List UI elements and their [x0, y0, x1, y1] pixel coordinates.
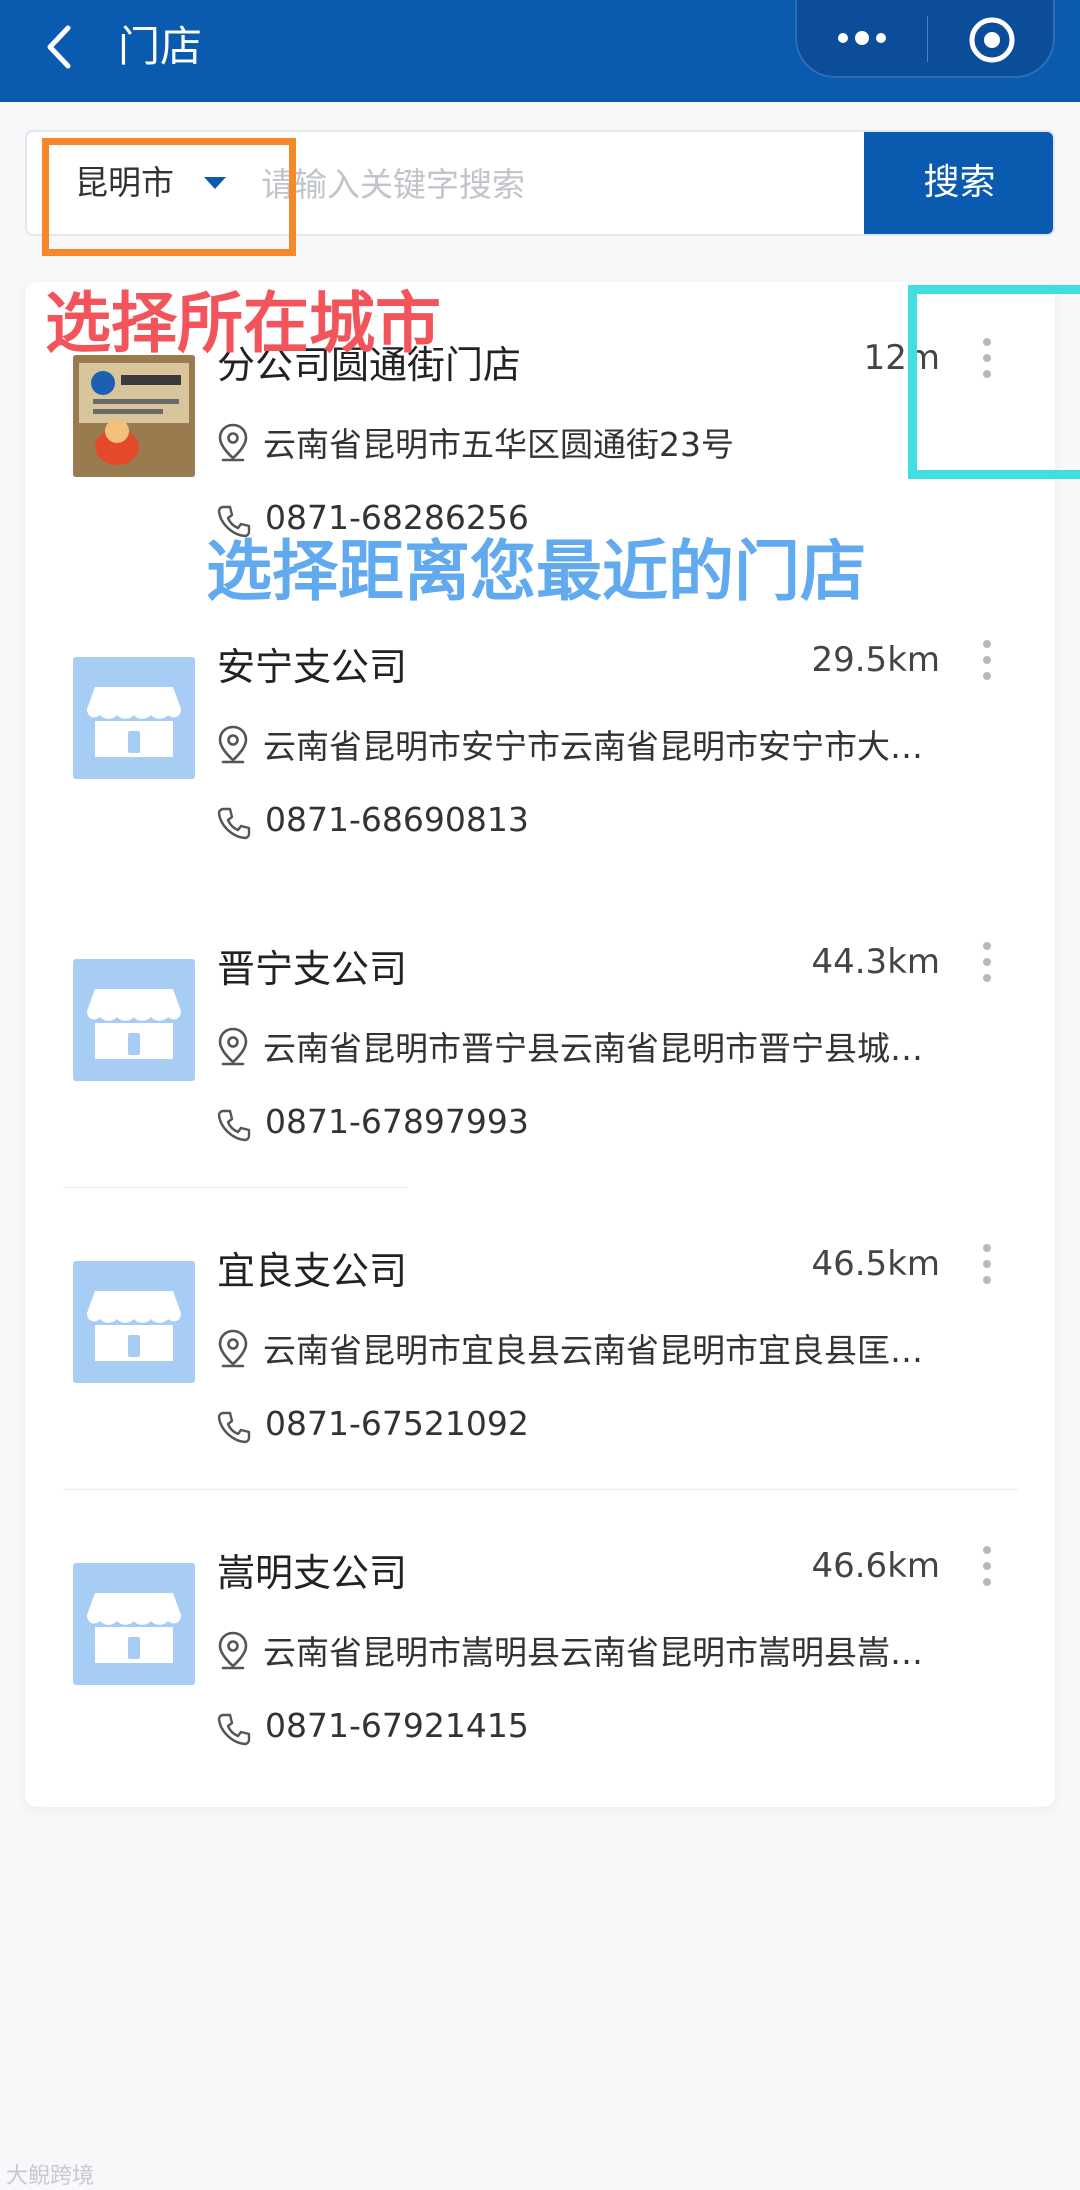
location-pin-icon: [218, 1631, 248, 1670]
city-highlight-box: [42, 138, 296, 256]
mini-program-capsule: [795, 0, 1055, 78]
back-button[interactable]: [40, 14, 80, 80]
shop-icon: [87, 989, 181, 1059]
menu-highlight-box: [908, 285, 1080, 479]
phone-icon: [217, 1109, 251, 1142]
store-item[interactable]: 嵩明支公司 46.6km 云南省昆明市嵩明县云南省昆明市嵩明县嵩… 0871-6…: [25, 1490, 1055, 1792]
phone-icon: [217, 1411, 251, 1444]
store-address: 云南省昆明市嵩明县云南省昆明市嵩明县嵩…: [263, 1633, 923, 1672]
store-name: 宜良支公司: [217, 1249, 408, 1293]
store-placeholder-image: [73, 959, 195, 1081]
store-placeholder-image: [73, 1563, 195, 1685]
store-distance: 46.5km: [811, 1244, 940, 1284]
location-pin-icon: [218, 1329, 248, 1368]
target-circle-icon: [969, 17, 1015, 63]
more-vertical-icon[interactable]: [975, 1240, 999, 1290]
search-input[interactable]: [259, 154, 863, 214]
more-vertical-icon[interactable]: [975, 1542, 999, 1592]
shop-icon: [87, 1291, 181, 1361]
location-pin-icon: [218, 423, 248, 462]
annotation-select-city: 选择所在城市: [45, 285, 441, 362]
more-vertical-icon[interactable]: [975, 938, 999, 988]
page-title: 门店: [118, 22, 203, 71]
store-phone[interactable]: 0871-67521092: [265, 1404, 529, 1443]
store-phone[interactable]: 0871-68690813: [265, 800, 529, 839]
store-placeholder-image: [73, 1261, 195, 1383]
store-item[interactable]: 宜良支公司 46.5km 云南省昆明市宜良县云南省昆明市宜良县匡… 0871-6…: [25, 1188, 1055, 1490]
store-placeholder-image: [73, 657, 195, 779]
watermark: 大鲵跨境: [6, 2164, 95, 2189]
more-dots-icon: [838, 31, 886, 45]
store-address: 云南省昆明市宜良县云南省昆明市宜良县匡…: [263, 1331, 923, 1370]
more-vertical-icon[interactable]: [975, 636, 999, 686]
store-item[interactable]: 晋宁支公司 44.3km 云南省昆明市晋宁县云南省昆明市晋宁县城… 0871-6…: [25, 886, 1055, 1188]
store-distance: 46.6km: [811, 1546, 940, 1586]
search-button[interactable]: 搜索: [864, 132, 1053, 234]
store-phone[interactable]: 0871-67897993: [265, 1102, 529, 1141]
annotation-select-nearest: 选择距离您最近的门店: [206, 533, 866, 610]
store-name: 晋宁支公司: [217, 947, 408, 991]
store-name: 安宁支公司: [217, 645, 408, 689]
back-chevron-icon: [47, 25, 71, 69]
shop-icon: [87, 687, 181, 757]
store-photo: [73, 355, 195, 477]
store-list: 分公司圆通街门店 12m 云南省昆明市五华区圆通街23号 0871-682862…: [25, 282, 1055, 1807]
store-name: 嵩明支公司: [217, 1551, 408, 1595]
location-pin-icon: [218, 725, 248, 764]
store-distance: 44.3km: [811, 942, 940, 982]
title-bar: 门店: [0, 0, 1080, 102]
store-address: 云南省昆明市晋宁县云南省昆明市晋宁县城…: [263, 1029, 923, 1068]
store-distance: 29.5km: [811, 640, 940, 680]
location-pin-icon: [218, 1027, 248, 1066]
close-button[interactable]: [927, 0, 1057, 78]
shop-icon: [87, 1593, 181, 1663]
more-button[interactable]: [797, 0, 927, 78]
phone-icon: [217, 1713, 251, 1746]
store-item[interactable]: 安宁支公司 29.5km 云南省昆明市安宁市云南省昆明市安宁市大… 0871-6…: [25, 584, 1055, 886]
store-phone[interactable]: 0871-67921415: [265, 1706, 529, 1745]
phone-icon: [217, 807, 251, 840]
store-address: 云南省昆明市安宁市云南省昆明市安宁市大…: [263, 727, 923, 766]
